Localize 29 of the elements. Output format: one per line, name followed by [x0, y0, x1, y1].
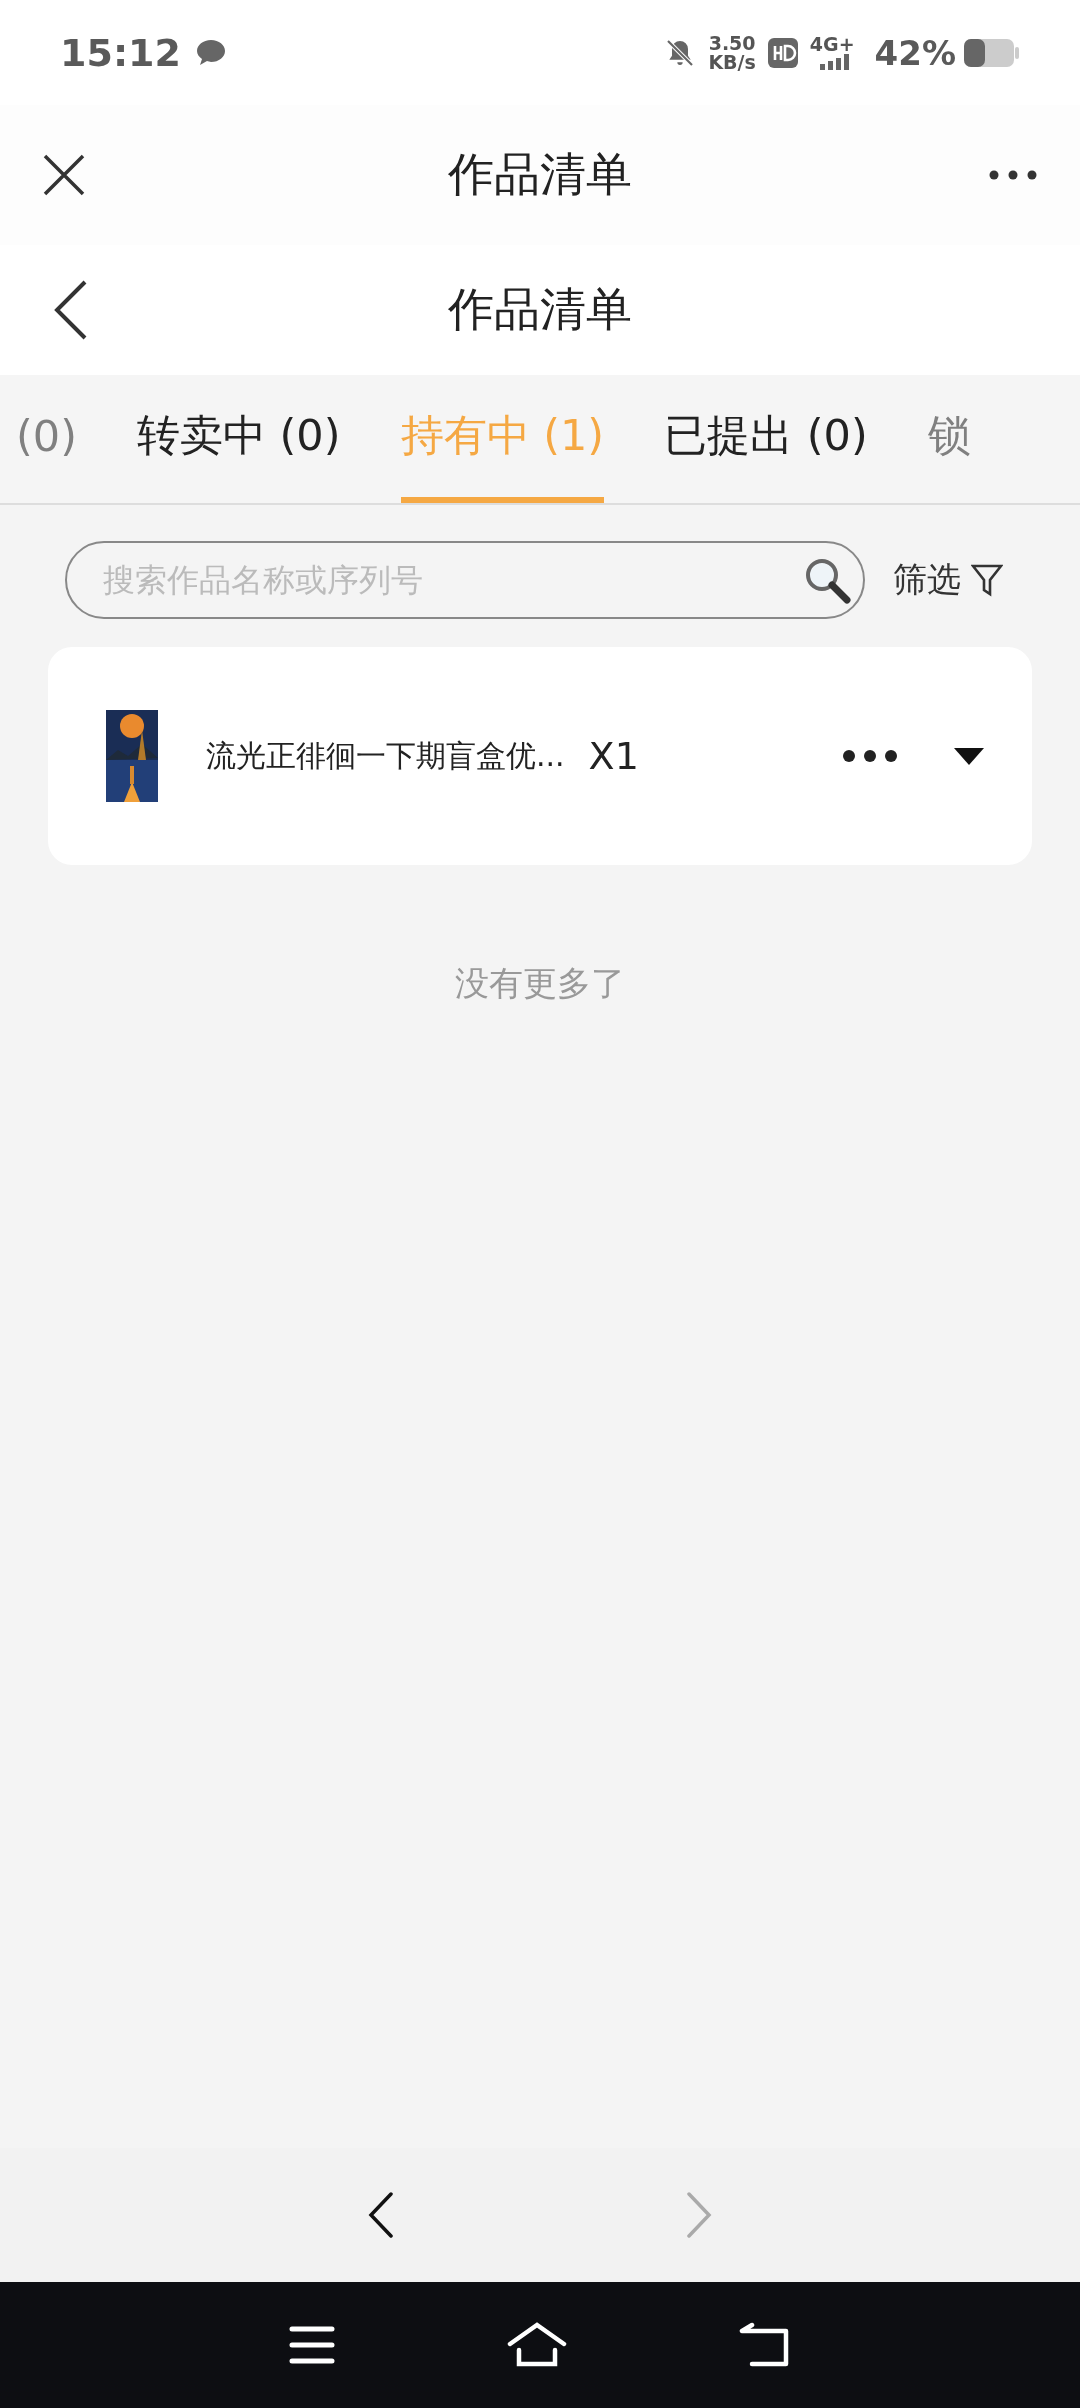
close-icon[interactable]: [42, 153, 86, 197]
hd-icon: [767, 37, 798, 68]
filter-icon: [971, 563, 1003, 597]
battery-percent: 42%: [874, 32, 956, 73]
tab[interactable]: 转卖中 (0): [136, 375, 341, 503]
item-quantity: X1: [588, 734, 639, 778]
end-of-list-text: 没有更多了: [454, 962, 626, 1005]
clock: 15:12: [60, 30, 181, 75]
search-icon: [803, 556, 851, 604]
more-icon[interactable]: [842, 749, 898, 763]
header-title: 作品清单: [448, 281, 632, 338]
item-card[interactable]: 流光正徘徊一下期盲盒优... X1: [48, 647, 1032, 865]
tab[interactable]: 锁: [927, 375, 971, 503]
tab[interactable]: (0): [16, 375, 77, 503]
more-icon[interactable]: [988, 169, 1038, 181]
search-bar[interactable]: 搜索作品名称或序列号: [65, 541, 865, 619]
chat-bubble-icon: [194, 37, 227, 68]
page-title: 作品清单: [448, 146, 632, 203]
network-type: 4G+: [809, 35, 855, 54]
filter-button[interactable]: 筛选: [893, 557, 1003, 603]
speed-value: 3.50: [708, 33, 756, 53]
dropdown-icon[interactable]: [954, 746, 984, 766]
battery-icon: [964, 37, 1020, 68]
browser-back-icon[interactable]: [368, 2192, 394, 2238]
tab[interactable]: 已提出 (0): [664, 375, 868, 503]
speed-unit: KB/s: [708, 52, 756, 72]
search-input[interactable]: 搜索作品名称或序列号: [101, 560, 803, 600]
back-icon[interactable]: [54, 280, 88, 340]
item-name: 流光正徘徊一下期盲盒优...: [206, 736, 565, 775]
